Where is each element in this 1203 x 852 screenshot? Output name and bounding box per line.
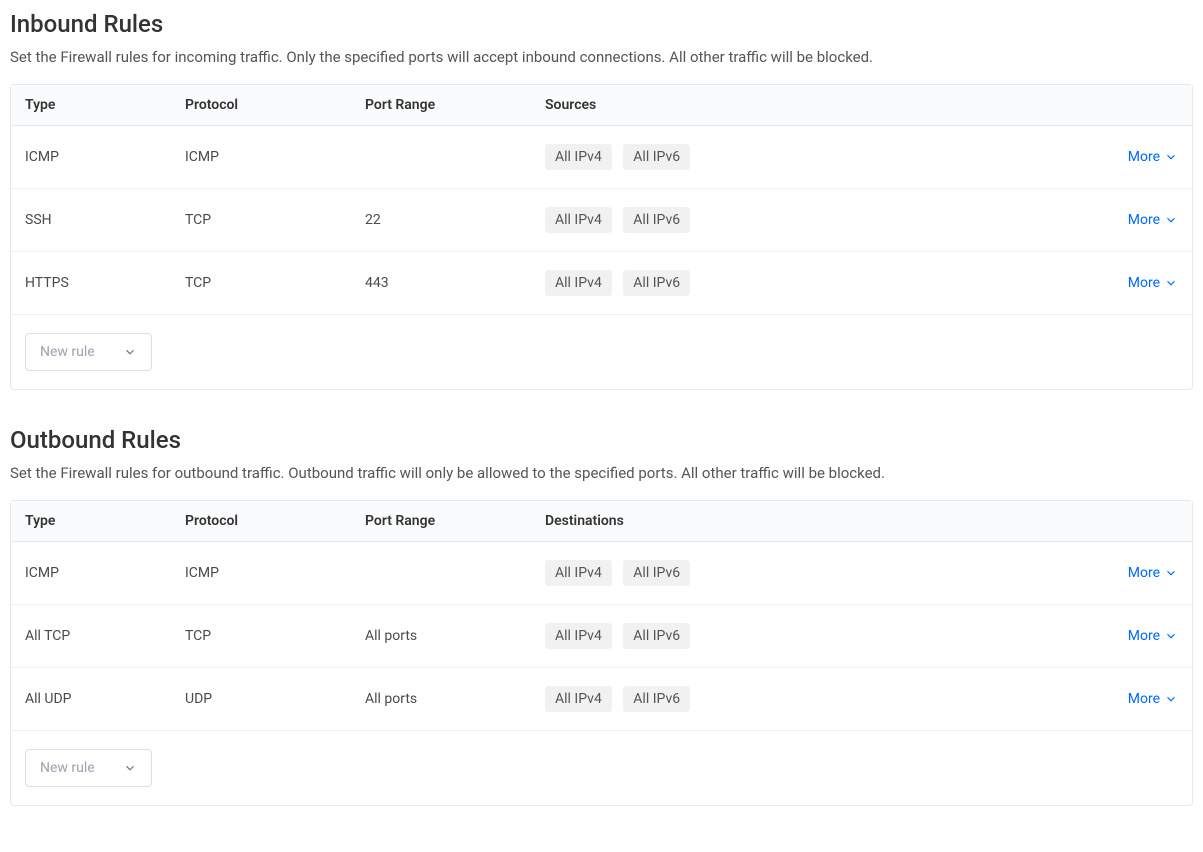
outbound-table-header: Type Protocol Port Range Destinations: [11, 501, 1192, 542]
cell-sources: All IPv4 All IPv6: [545, 144, 1098, 170]
more-label: More: [1128, 691, 1160, 707]
source-tag[interactable]: All IPv6: [623, 144, 690, 170]
source-tag[interactable]: All IPv4: [545, 270, 612, 296]
destination-tag[interactable]: All IPv4: [545, 623, 612, 649]
header-port-range: Port Range: [365, 97, 545, 113]
header-destinations: Destinations: [545, 513, 1098, 529]
more-label: More: [1128, 149, 1160, 165]
cell-sources: All IPv4 All IPv6: [545, 270, 1098, 296]
cell-sources: All IPv4 All IPv6: [545, 207, 1098, 233]
cell-protocol: TCP: [185, 275, 365, 291]
cell-port: 443: [365, 275, 545, 291]
new-rule-dropdown[interactable]: New rule: [25, 749, 152, 787]
destination-tag[interactable]: All IPv6: [623, 560, 690, 586]
destination-tag[interactable]: All IPv6: [623, 623, 690, 649]
destination-tag[interactable]: All IPv4: [545, 686, 612, 712]
inbound-description: Set the Firewall rules for incoming traf…: [10, 48, 1193, 66]
cell-type: SSH: [25, 212, 185, 228]
cell-protocol: ICMP: [185, 149, 365, 165]
cell-port: All ports: [365, 628, 545, 644]
source-tag[interactable]: All IPv6: [623, 270, 690, 296]
more-button[interactable]: More: [1128, 275, 1178, 291]
destination-tag[interactable]: All IPv6: [623, 686, 690, 712]
cell-type: ICMP: [25, 565, 185, 581]
outbound-table: Type Protocol Port Range Destinations IC…: [10, 500, 1193, 806]
header-protocol: Protocol: [185, 97, 365, 113]
cell-protocol: TCP: [185, 212, 365, 228]
cell-protocol: UDP: [185, 691, 365, 707]
inbound-title: Inbound Rules: [10, 10, 1193, 38]
more-label: More: [1128, 275, 1160, 291]
chevron-down-icon: [1164, 566, 1178, 580]
more-label: More: [1128, 565, 1160, 581]
more-button[interactable]: More: [1128, 149, 1178, 165]
source-tag[interactable]: All IPv4: [545, 207, 612, 233]
cell-destinations: All IPv4 All IPv6: [545, 686, 1098, 712]
cell-type: HTTPS: [25, 275, 185, 291]
chevron-down-icon: [123, 761, 137, 775]
inbound-table-header: Type Protocol Port Range Sources: [11, 85, 1192, 126]
table-row: All UDP UDP All ports All IPv4 All IPv6 …: [11, 668, 1192, 731]
source-tag[interactable]: All IPv4: [545, 144, 612, 170]
table-row: SSH TCP 22 All IPv4 All IPv6 More: [11, 189, 1192, 252]
chevron-down-icon: [1164, 629, 1178, 643]
more-button[interactable]: More: [1128, 691, 1178, 707]
cell-type: All UDP: [25, 691, 185, 707]
more-label: More: [1128, 628, 1160, 644]
header-port-range: Port Range: [365, 513, 545, 529]
cell-port: 22: [365, 212, 545, 228]
cell-destinations: All IPv4 All IPv6: [545, 560, 1098, 586]
cell-protocol: TCP: [185, 628, 365, 644]
chevron-down-icon: [123, 345, 137, 359]
more-button[interactable]: More: [1128, 628, 1178, 644]
more-button[interactable]: More: [1128, 565, 1178, 581]
outbound-footer: New rule: [11, 731, 1192, 805]
more-button[interactable]: More: [1128, 212, 1178, 228]
header-type: Type: [25, 513, 185, 529]
new-rule-dropdown[interactable]: New rule: [25, 333, 152, 371]
outbound-title: Outbound Rules: [10, 426, 1193, 454]
cell-type: ICMP: [25, 149, 185, 165]
source-tag[interactable]: All IPv6: [623, 207, 690, 233]
header-sources: Sources: [545, 97, 1098, 113]
cell-destinations: All IPv4 All IPv6: [545, 623, 1098, 649]
table-row: ICMP ICMP All IPv4 All IPv6 More: [11, 542, 1192, 605]
chevron-down-icon: [1164, 276, 1178, 290]
header-type: Type: [25, 97, 185, 113]
header-protocol: Protocol: [185, 513, 365, 529]
table-row: HTTPS TCP 443 All IPv4 All IPv6 More: [11, 252, 1192, 315]
chevron-down-icon: [1164, 692, 1178, 706]
cell-port: All ports: [365, 691, 545, 707]
cell-protocol: ICMP: [185, 565, 365, 581]
inbound-footer: New rule: [11, 315, 1192, 389]
outbound-description: Set the Firewall rules for outbound traf…: [10, 464, 1193, 482]
cell-type: All TCP: [25, 628, 185, 644]
destination-tag[interactable]: All IPv4: [545, 560, 612, 586]
chevron-down-icon: [1164, 213, 1178, 227]
new-rule-label: New rule: [40, 760, 95, 776]
more-label: More: [1128, 212, 1160, 228]
inbound-table: Type Protocol Port Range Sources ICMP IC…: [10, 84, 1193, 390]
table-row: All TCP TCP All ports All IPv4 All IPv6 …: [11, 605, 1192, 668]
table-row: ICMP ICMP All IPv4 All IPv6 More: [11, 126, 1192, 189]
new-rule-label: New rule: [40, 344, 95, 360]
chevron-down-icon: [1164, 150, 1178, 164]
